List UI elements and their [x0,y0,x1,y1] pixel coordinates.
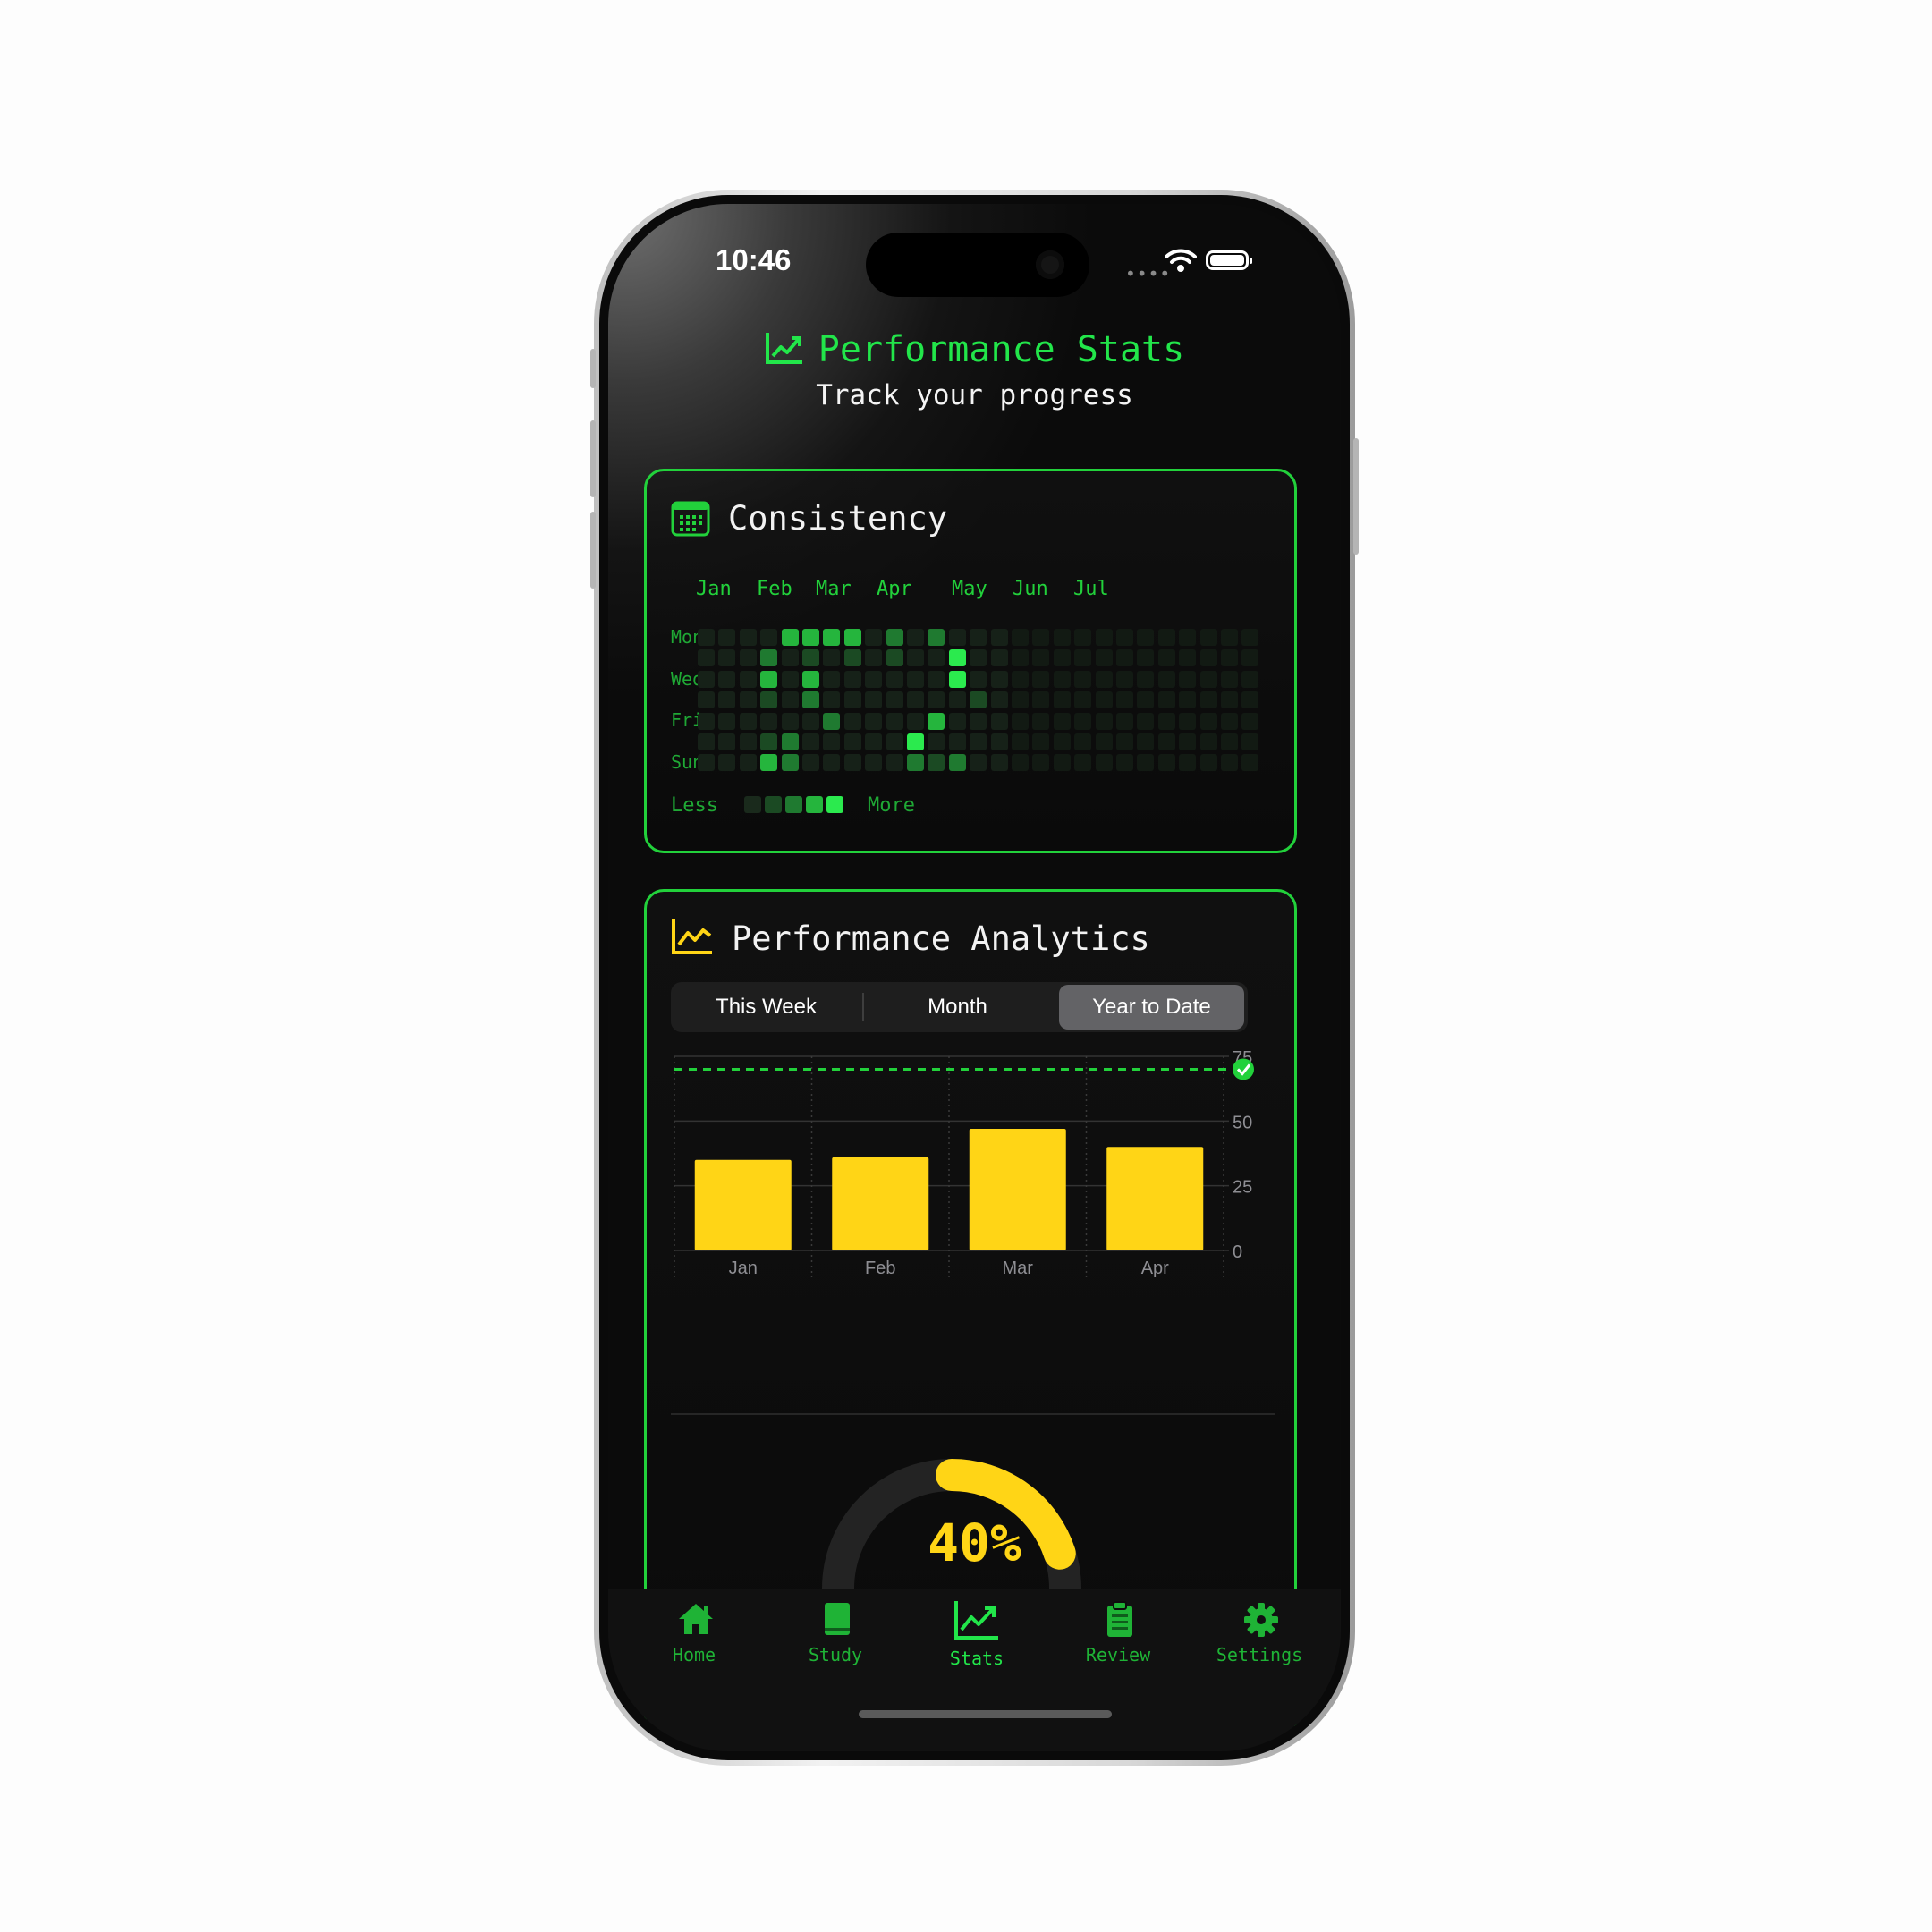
tab-study-label: Study [808,1644,863,1665]
progress-gauge [822,1459,1081,1589]
side-button [590,512,596,589]
side-button [590,420,596,497]
book-icon [825,1603,850,1635]
tab-review-label: Review [1085,1644,1151,1665]
tab-stats-label: Stats [949,1648,1004,1669]
home-indicator [859,1710,1112,1718]
progress-percent: 40% [928,1513,1021,1573]
side-button [590,349,596,388]
tab-bar: Home Study Stats Review Settings [608,1589,1341,1751]
tab-settings-label: Settings [1216,1644,1303,1665]
tab-home-label: Home [672,1644,716,1665]
clipboard-icon [1107,1601,1132,1637]
app-screen: 10:46 •••• Performance Stats Track your … [608,204,1341,1751]
chart-icon [954,1601,998,1640]
side-button [1353,438,1359,555]
home-icon [679,1604,713,1634]
gear-icon [1244,1603,1278,1637]
